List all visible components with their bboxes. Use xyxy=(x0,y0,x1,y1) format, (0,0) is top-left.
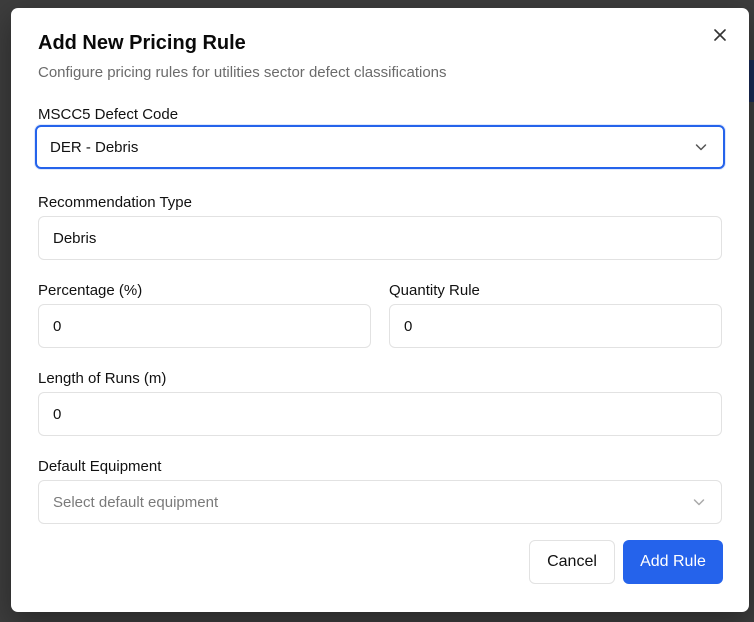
chevron-down-icon xyxy=(695,144,707,151)
default-equipment-placeholder: Select default equipment xyxy=(53,493,219,511)
percentage-input[interactable]: 0 xyxy=(38,304,371,348)
quantity-rule-input[interactable]: 0 xyxy=(389,304,722,348)
close-button[interactable] xyxy=(711,26,729,44)
dialog-title: Add New Pricing Rule xyxy=(38,32,246,54)
chevron-down-icon xyxy=(693,499,705,506)
add-pricing-rule-dialog: Add New Pricing Rule Configure pricing r… xyxy=(11,8,749,612)
dialog-subtitle: Configure pricing rules for utilities se… xyxy=(38,64,447,81)
recommendation-type-input[interactable]: Debris xyxy=(38,216,722,260)
percentage-label: Percentage (%) xyxy=(38,282,143,299)
default-equipment-select[interactable]: Select default equipment xyxy=(38,480,722,524)
quantity-rule-value: 0 xyxy=(404,317,413,335)
add-rule-button[interactable]: Add Rule xyxy=(623,540,723,584)
close-icon xyxy=(714,29,726,41)
defect-code-select[interactable]: DER - Debris xyxy=(35,125,725,169)
default-equipment-label: Default Equipment xyxy=(38,458,162,475)
defect-code-label: MSCC5 Defect Code xyxy=(38,106,179,123)
length-of-runs-input[interactable]: 0 xyxy=(38,392,722,436)
quantity-rule-label: Quantity Rule xyxy=(389,282,480,299)
cancel-button[interactable]: Cancel xyxy=(529,540,615,584)
percentage-value: 0 xyxy=(53,317,62,335)
defect-code-value: DER - Debris xyxy=(50,138,139,156)
recommendation-type-label: Recommendation Type xyxy=(38,194,192,211)
length-of-runs-value: 0 xyxy=(53,405,62,423)
recommendation-type-value: Debris xyxy=(53,229,97,247)
length-of-runs-label: Length of Runs (m) xyxy=(38,370,167,387)
